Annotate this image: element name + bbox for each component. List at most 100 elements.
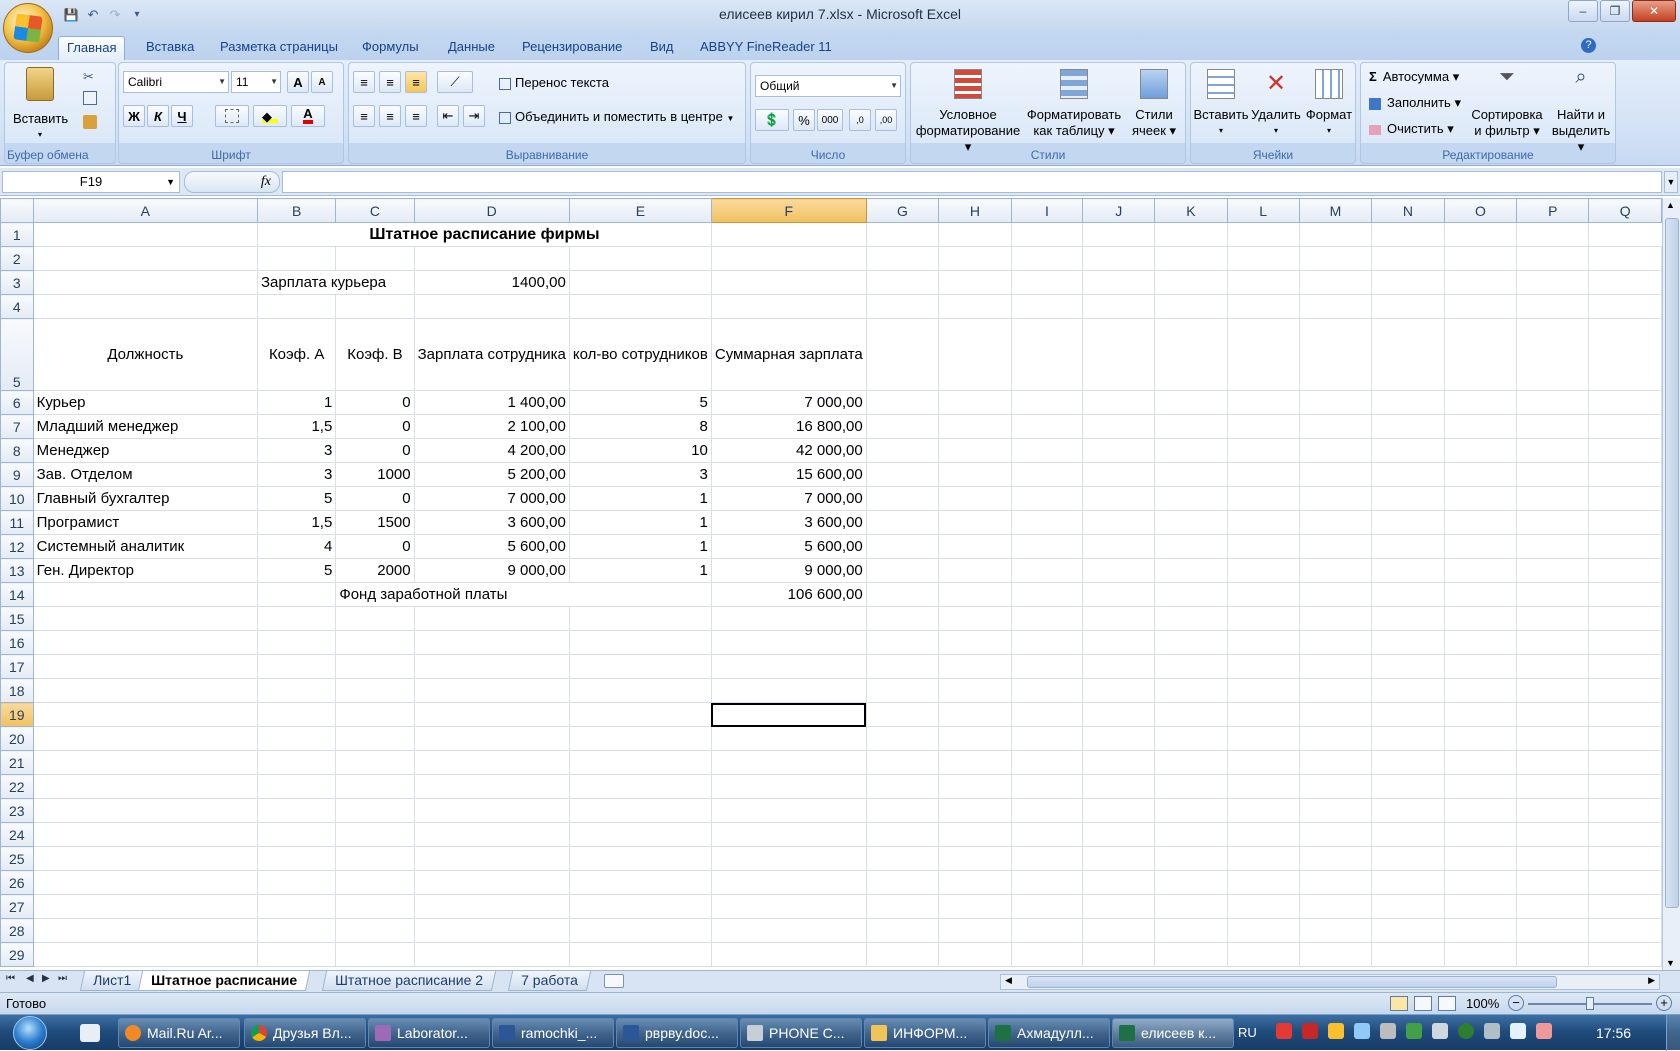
row-header[interactable]: 28 <box>0 918 34 943</box>
grow-font-button[interactable]: A <box>287 71 309 93</box>
row-header[interactable]: 15 <box>0 606 34 631</box>
coef-b-cell[interactable]: 1000 <box>335 462 415 487</box>
coef-a-cell[interactable]: 3 <box>256 462 337 487</box>
zoom-in-icon[interactable]: + <box>1656 995 1672 1011</box>
column-header[interactable]: F <box>710 198 867 223</box>
row-header[interactable]: 18 <box>0 678 34 703</box>
column-header[interactable]: A <box>32 198 259 223</box>
fund-value-cell[interactable]: 106 600,00 <box>710 582 867 607</box>
row-header[interactable]: 19 <box>0 702 34 727</box>
zoom-level[interactable]: 100% <box>1466 996 1499 1011</box>
office-button[interactable] <box>3 3 53 53</box>
coef-a-cell[interactable]: 1,5 <box>256 414 337 439</box>
taskbar-item[interactable]: рврву.doc... <box>616 1018 738 1048</box>
font-size-select[interactable]: 11 ▼ <box>231 71 281 93</box>
media-player-icon[interactable] <box>80 1024 100 1042</box>
increase-decimal-button[interactable]: ,0 <box>849 109 871 131</box>
wrap-text-button[interactable]: Перенос текста <box>499 75 609 91</box>
position-cell[interactable]: Главный бухгалтер <box>32 486 259 511</box>
total-cell[interactable]: 42 000,00 <box>710 438 867 463</box>
zoom-slider-thumb[interactable] <box>1586 997 1594 1010</box>
orientation-button[interactable]: ⟋ <box>437 71 473 93</box>
sheet-tab-staff[interactable]: Штатное расписание <box>137 971 311 991</box>
total-cell[interactable]: 9 000,00 <box>710 558 867 583</box>
tab-home[interactable]: Главная <box>58 36 126 60</box>
row-header[interactable]: 20 <box>0 726 34 751</box>
align-middle-button[interactable]: ≡ <box>379 71 401 93</box>
scroll-down-icon[interactable]: ▼ <box>1666 958 1675 968</box>
row-header[interactable]: 25 <box>0 846 34 871</box>
tray-icon[interactable] <box>1276 1023 1292 1039</box>
position-cell[interactable]: Ген. Директор <box>32 558 259 583</box>
column-header[interactable]: H <box>938 198 1012 223</box>
taskbar-item-active[interactable]: елисеев к... <box>1112 1018 1234 1048</box>
format-cells-button[interactable]: Формат ▾ <box>1303 69 1355 139</box>
paste-button[interactable]: Вставить ▾ <box>13 67 68 143</box>
sheet-tab-list1[interactable]: Лист1 <box>79 971 145 991</box>
taskbar-item[interactable]: Друзья Вл... <box>244 1018 366 1048</box>
count-cell[interactable]: 1 <box>568 534 712 559</box>
count-cell[interactable]: 10 <box>568 438 712 463</box>
salary-cell[interactable]: 3 600,00 <box>413 510 570 535</box>
position-cell[interactable]: Менеджер <box>32 438 259 463</box>
header-cell[interactable]: Должность <box>32 318 259 391</box>
row-header[interactable]: 27 <box>0 894 34 919</box>
column-header[interactable]: P <box>1516 198 1590 223</box>
column-header[interactable]: N <box>1371 198 1445 223</box>
count-cell[interactable]: 3 <box>568 462 712 487</box>
row-header[interactable]: 1 <box>0 222 34 247</box>
vertical-scrollbar[interactable]: ▲ ▼ <box>1662 198 1680 970</box>
borders-button[interactable] <box>215 105 249 127</box>
tray-icon[interactable] <box>1328 1023 1344 1039</box>
underline-button[interactable]: Ч <box>171 105 193 127</box>
row-header[interactable]: 8 <box>0 438 34 463</box>
column-header[interactable]: D <box>413 198 570 223</box>
row-header[interactable]: 13 <box>0 558 34 583</box>
active-cell[interactable] <box>710 702 867 727</box>
first-sheet-icon[interactable]: ⏮ <box>6 973 15 984</box>
clock[interactable]: 17:56 <box>1596 1025 1631 1041</box>
position-cell[interactable]: Системный аналитик <box>32 534 259 559</box>
total-cell[interactable]: 5 600,00 <box>710 534 867 559</box>
row-header[interactable]: 5 <box>0 318 34 391</box>
prev-sheet-icon[interactable]: ◀ <box>26 973 34 984</box>
count-cell[interactable]: 8 <box>568 414 712 439</box>
align-right-button[interactable]: ≡ <box>405 105 427 127</box>
total-cell[interactable]: 7 000,00 <box>710 486 867 511</box>
coef-b-cell[interactable]: 1500 <box>335 510 415 535</box>
row-header[interactable]: 11 <box>0 510 34 535</box>
name-box[interactable]: F19 ▼ <box>2 171 180 193</box>
insert-cells-button[interactable]: Вставить ▾ <box>1193 69 1249 139</box>
row-header[interactable]: 9 <box>0 462 34 487</box>
align-top-button[interactable]: ≡ <box>353 71 375 93</box>
row-header[interactable]: 29 <box>0 942 34 967</box>
courier-value-cell[interactable]: 1400,00 <box>413 270 570 295</box>
coef-b-cell[interactable]: 0 <box>335 534 415 559</box>
sheet-tab-work7[interactable]: 7 работа <box>507 971 591 991</box>
courier-label-cell[interactable]: Зарплата курьера <box>257 270 415 295</box>
number-format-select[interactable]: Общий ▼ <box>755 75 901 97</box>
column-header[interactable]: C <box>335 198 415 223</box>
coef-b-cell[interactable]: 0 <box>335 390 415 415</box>
decrease-indent-button[interactable]: ⇤ <box>437 105 459 127</box>
bold-button[interactable]: Ж <box>123 105 145 127</box>
formula-input[interactable] <box>282 171 1662 193</box>
volume-icon[interactable] <box>1432 1023 1448 1039</box>
coef-b-cell[interactable]: 0 <box>335 486 415 511</box>
row-header[interactable]: 24 <box>0 822 34 847</box>
row-header[interactable]: 14 <box>0 582 34 607</box>
select-all-corner[interactable] <box>0 198 34 223</box>
salary-cell[interactable]: 1 400,00 <box>413 390 570 415</box>
page-break-view-icon[interactable] <box>1438 996 1456 1011</box>
count-cell[interactable]: 1 <box>568 558 712 583</box>
row-header[interactable]: 26 <box>0 870 34 895</box>
align-bottom-button[interactable]: ≡ <box>405 71 427 93</box>
column-header[interactable]: E <box>568 198 712 223</box>
minimize-button[interactable]: ‒ <box>1568 0 1598 22</box>
tray-icon[interactable] <box>1536 1023 1552 1039</box>
close-button[interactable]: ✕ <box>1632 0 1676 22</box>
clear-button[interactable]: Очистить ▾ <box>1369 121 1454 137</box>
decrease-decimal-button[interactable]: ,00 <box>875 109 897 131</box>
tray-icon[interactable] <box>1406 1023 1422 1039</box>
normal-view-icon[interactable] <box>1390 996 1408 1011</box>
